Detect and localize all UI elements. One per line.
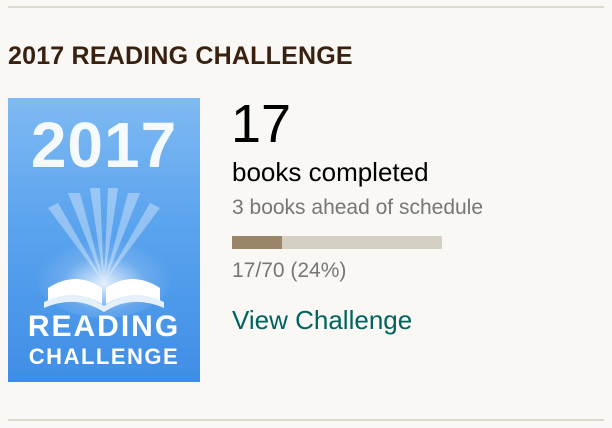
badge-word-challenge: CHALLENGE [28, 344, 180, 369]
progress-bar [232, 236, 442, 249]
view-challenge-link[interactable]: View Challenge [232, 305, 412, 336]
reading-challenge-badge[interactable]: 2017 READING CHALLENGE [8, 98, 200, 382]
bottom-divider [8, 419, 604, 421]
section-title: 2017 READING CHALLENGE [8, 42, 353, 70]
progress-bar-fill [232, 236, 283, 249]
books-completed-label: books completed [232, 157, 429, 187]
books-completed-count: 17 [231, 94, 292, 154]
progress-text: 17/70 (24%) [232, 259, 347, 282]
badge-word-reading: READING [27, 310, 181, 343]
top-divider [8, 6, 604, 8]
schedule-status: 3 books ahead of schedule [232, 196, 484, 219]
badge-year: 2017 [30, 109, 178, 181]
